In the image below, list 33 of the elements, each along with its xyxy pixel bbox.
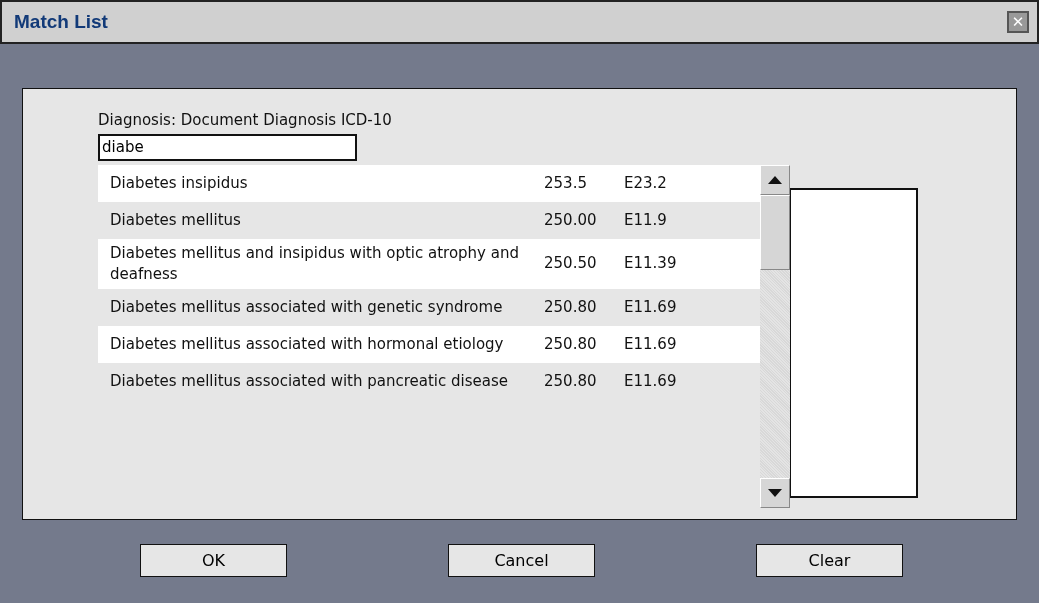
icd9-code: 250.80 [543, 370, 598, 392]
match-row[interactable]: Diabetes insipidus 253.5 E23.2 [98, 164, 760, 202]
icd9-code: 250.00 [543, 209, 598, 231]
icd10-code: E23.2 [624, 172, 667, 194]
match-row[interactable]: Diabetes mellitus and insipidus with optic atrophy and deafness 250.50 E11.39 [98, 238, 760, 289]
icd10-code: E11.9 [624, 209, 667, 231]
diagnosis-name: Diabetes insipidus [110, 172, 249, 194]
icd9-code: 253.5 [543, 172, 588, 194]
diagnosis-name: Diabetes mellitus and insipidus with optic atrophy and deafness [110, 242, 520, 285]
scrollbar[interactable] [760, 164, 790, 508]
down-arrow-icon [768, 488, 782, 497]
icd10-code: E11.69 [624, 296, 677, 318]
icd9-code: 250.80 [543, 296, 598, 318]
icd9-code: 250.50 [543, 253, 598, 275]
ok-button[interactable]: OK [140, 544, 287, 577]
diagnosis-name: Diabetes mellitus associated with genetic syndrome [110, 296, 504, 318]
clear-button[interactable]: Clear [756, 544, 903, 577]
icd10-code: E11.69 [624, 370, 677, 392]
up-arrow-icon [768, 175, 782, 184]
icd10-code: E11.69 [624, 333, 677, 355]
scroll-thumb[interactable] [760, 194, 790, 270]
field-label: Diagnosis: Document Diagnosis ICD-10 [98, 110, 393, 131]
icd9-code: 250.80 [543, 333, 598, 355]
scroll-up-button[interactable] [760, 164, 790, 195]
window-title: Match List [14, 9, 108, 34]
diagnosis-name: Diabetes mellitus associated with hormonal etiology [110, 333, 505, 355]
scroll-down-button[interactable] [760, 477, 790, 508]
diagnosis-name: Diabetes mellitus [110, 209, 242, 231]
icd10-code: E11.39 [624, 253, 677, 275]
match-row[interactable]: Diabetes mellitus associated with hormonal etiology 250.80 E11.69 [98, 325, 760, 363]
cancel-button[interactable]: Cancel [448, 544, 595, 577]
diagnosis-name: Diabetes mellitus associated with pancreatic disease [110, 370, 510, 392]
search-field[interactable]: diabe [98, 133, 357, 161]
